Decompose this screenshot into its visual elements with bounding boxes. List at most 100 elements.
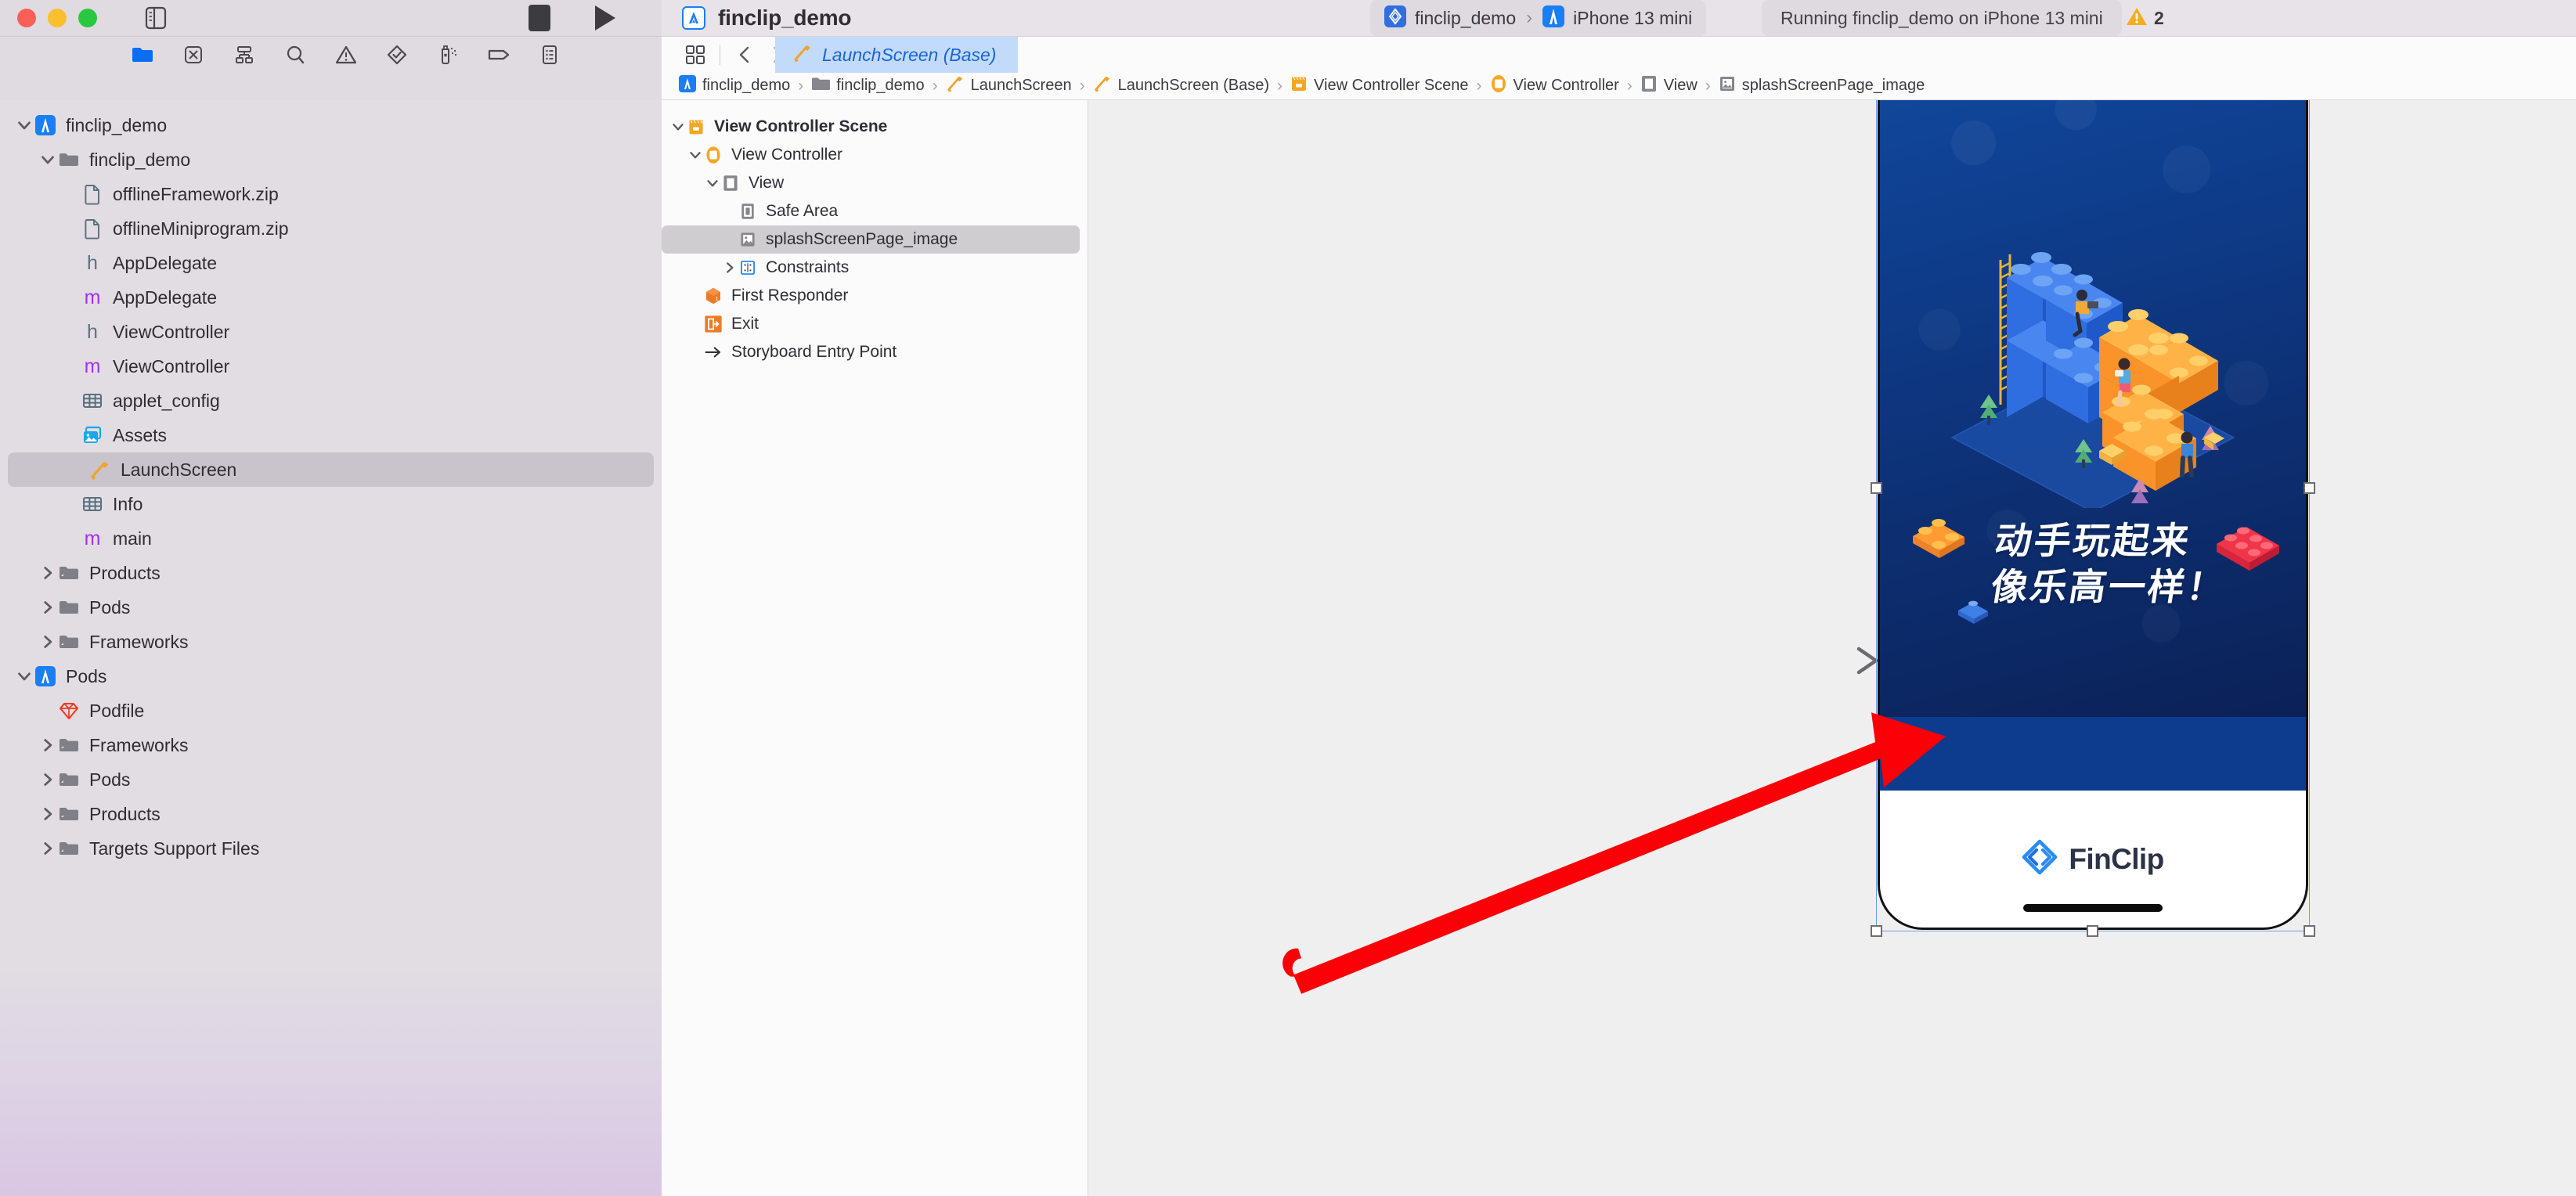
navigator-item-label: Products xyxy=(89,804,161,825)
disclosure-triangle[interactable] xyxy=(38,804,58,824)
navigator-item-appdelegate[interactable]: mAppDelegate xyxy=(0,280,662,315)
breadcrumb-item-scene[interactable]: View Controller Scene xyxy=(1290,75,1469,96)
stop-button-icon[interactable] xyxy=(529,5,550,31)
breadcrumb-item-image-view[interactable]: splashScreenPage_image xyxy=(1719,75,1925,96)
breadcrumb-separator: › xyxy=(1705,77,1711,95)
editor-tab-bar: LaunchScreen (Base) xyxy=(662,36,2576,72)
disclosure-triangle[interactable] xyxy=(38,769,58,790)
navigator-item-podfile[interactable]: Podfile xyxy=(0,693,662,728)
xcode-project-icon xyxy=(679,75,696,96)
document-outline[interactable]: View Controller SceneView ControllerView… xyxy=(662,100,1088,1196)
toolbar-left xyxy=(0,0,662,36)
navigator-item-label: Pods xyxy=(66,666,106,687)
run-button-icon[interactable] xyxy=(595,5,615,31)
outline-item-exit[interactable]: Exit xyxy=(662,310,1088,338)
outline-item-constraints[interactable]: Constraints xyxy=(662,254,1088,282)
navigator-item-finclip-demo[interactable]: finclip_demo xyxy=(0,108,662,142)
disclosure-triangle[interactable] xyxy=(38,735,58,755)
project-navigator[interactable]: finclip_demofinclip_demoofflineFramework… xyxy=(0,100,662,1196)
disclosure-triangle[interactable] xyxy=(38,632,58,652)
editor-options-icon[interactable] xyxy=(679,37,712,73)
disclosure-triangle[interactable] xyxy=(38,563,58,583)
folder-icon xyxy=(58,149,80,171)
debug-navigator-icon[interactable] xyxy=(435,42,460,67)
svg-text:1: 1 xyxy=(716,295,719,302)
navigator-item-pods[interactable]: Pods xyxy=(0,762,662,797)
navigator-item-viewcontroller[interactable]: hViewController xyxy=(0,315,662,349)
navigator-item-pods[interactable]: Pods xyxy=(0,659,662,693)
navigator-item-targets-support-files[interactable]: Targets Support Files xyxy=(0,831,662,866)
sidebar-toggle-icon[interactable] xyxy=(140,5,171,31)
navigator-item-offlineframework-zip[interactable]: offlineFramework.zip xyxy=(0,177,662,211)
tab-launchscreen-base[interactable]: LaunchScreen (Base) xyxy=(775,37,1018,73)
breadcrumb-item-view-controller[interactable]: View Controller xyxy=(1490,74,1619,97)
group-folder-icon xyxy=(58,769,80,791)
window-toolbar: finclip_demo finclip_demo › iPhone 13 mi… xyxy=(0,0,2576,36)
navigator-selector-bar xyxy=(0,36,662,72)
symbol-navigator-icon[interactable] xyxy=(232,42,257,67)
breadcrumb-separator: › xyxy=(933,77,938,95)
chevron-left-icon[interactable] xyxy=(728,37,761,73)
navigator-item-products[interactable]: Products xyxy=(0,797,662,831)
folder-icon xyxy=(58,596,80,618)
traffic-lights[interactable] xyxy=(17,9,97,27)
interface-builder-canvas[interactable]: 1 xyxy=(1088,100,2576,1196)
outline-item-label: Storyboard Entry Point xyxy=(731,343,897,362)
outline-item-view[interactable]: View xyxy=(662,169,1088,197)
outline-item-splashscreenpage-image[interactable]: splashScreenPage_image xyxy=(662,225,1080,254)
navigator-item-viewcontroller[interactable]: mViewController xyxy=(0,349,662,384)
close-button[interactable] xyxy=(17,9,36,27)
outline-item-view-controller-scene[interactable]: View Controller Scene xyxy=(662,113,1088,141)
report-navigator-icon[interactable] xyxy=(537,42,562,67)
outline-item-safe-area[interactable]: Safe Area xyxy=(662,197,1088,225)
navigator-item-offlineminiprogram-zip[interactable]: offlineMiniprogram.zip xyxy=(0,211,662,246)
find-navigator-icon[interactable] xyxy=(283,42,308,67)
disclosure-triangle[interactable] xyxy=(721,259,738,276)
image-view-icon xyxy=(738,230,757,249)
project-navigator-icon[interactable] xyxy=(130,42,155,67)
image-view-icon xyxy=(1719,75,1736,96)
disclosure-triangle[interactable] xyxy=(38,838,58,859)
outline-item-view-controller[interactable]: View Controller xyxy=(662,141,1088,169)
navigator-item-frameworks[interactable]: Frameworks xyxy=(0,625,662,659)
navigator-item-pods[interactable]: Pods xyxy=(0,590,662,625)
disclosure-triangle[interactable] xyxy=(38,150,58,170)
minimize-button[interactable] xyxy=(48,9,67,27)
outline-item-first-responder[interactable]: 1First Responder xyxy=(662,282,1088,310)
disclosure-triangle[interactable] xyxy=(38,597,58,618)
navigator-item-info[interactable]: Info xyxy=(0,487,662,521)
source-control-navigator-icon[interactable] xyxy=(181,42,206,67)
zoom-button[interactable] xyxy=(78,9,97,27)
navigator-item-frameworks[interactable]: Frameworks xyxy=(0,728,662,762)
navigator-item-launchscreen[interactable]: LaunchScreen xyxy=(8,452,654,487)
disclosure-triangle[interactable] xyxy=(687,146,704,164)
device-preview[interactable]: 动手玩起来 像乐高一样！ xyxy=(1878,100,2308,930)
navigator-item-products[interactable]: Products xyxy=(0,556,662,590)
disclosure-triangle[interactable] xyxy=(14,115,34,135)
breadcrumb-item-launchscreen[interactable]: LaunchScreen xyxy=(946,74,1072,97)
disclosure-triangle[interactable] xyxy=(704,175,721,192)
breadcrumb-label: View Controller xyxy=(1513,77,1619,95)
breadcrumb-separator: › xyxy=(1627,77,1633,95)
view-controller-icon xyxy=(704,146,723,164)
breadcrumb-row: finclip_demo › finclip_demo › LaunchScre… xyxy=(0,72,2576,100)
disclosure-triangle[interactable] xyxy=(14,666,34,686)
navigator-item-appdelegate[interactable]: hAppDelegate xyxy=(0,246,662,280)
breadcrumb-item-group[interactable]: finclip_demo xyxy=(811,76,924,95)
breadcrumb-item-project[interactable]: finclip_demo xyxy=(679,75,790,96)
navigator-item-main[interactable]: mmain xyxy=(0,521,662,556)
test-navigator-icon[interactable] xyxy=(384,42,409,67)
scheme-destination-selector[interactable]: finclip_demo › iPhone 13 mini xyxy=(1370,0,1706,36)
navigator-item-applet-config[interactable]: applet_config xyxy=(0,384,662,418)
issue-navigator-icon[interactable] xyxy=(334,42,359,67)
disclosure-triangle[interactable] xyxy=(669,118,687,135)
outline-item-storyboard-entry-point[interactable]: Storyboard Entry Point xyxy=(662,338,1088,366)
group-folder-icon xyxy=(58,631,80,653)
breadcrumb-item-launchscreen-base[interactable]: LaunchScreen (Base) xyxy=(1093,74,1269,97)
navigator-item-finclip-demo[interactable]: finclip_demo xyxy=(0,142,662,177)
navigator-item-assets[interactable]: Assets xyxy=(0,418,662,452)
breakpoint-navigator-icon[interactable] xyxy=(486,42,511,67)
breadcrumb-item-view[interactable]: View xyxy=(1640,74,1697,97)
issue-counter[interactable]: 2 xyxy=(2126,0,2164,36)
interface-builder-icon xyxy=(1093,74,1112,97)
